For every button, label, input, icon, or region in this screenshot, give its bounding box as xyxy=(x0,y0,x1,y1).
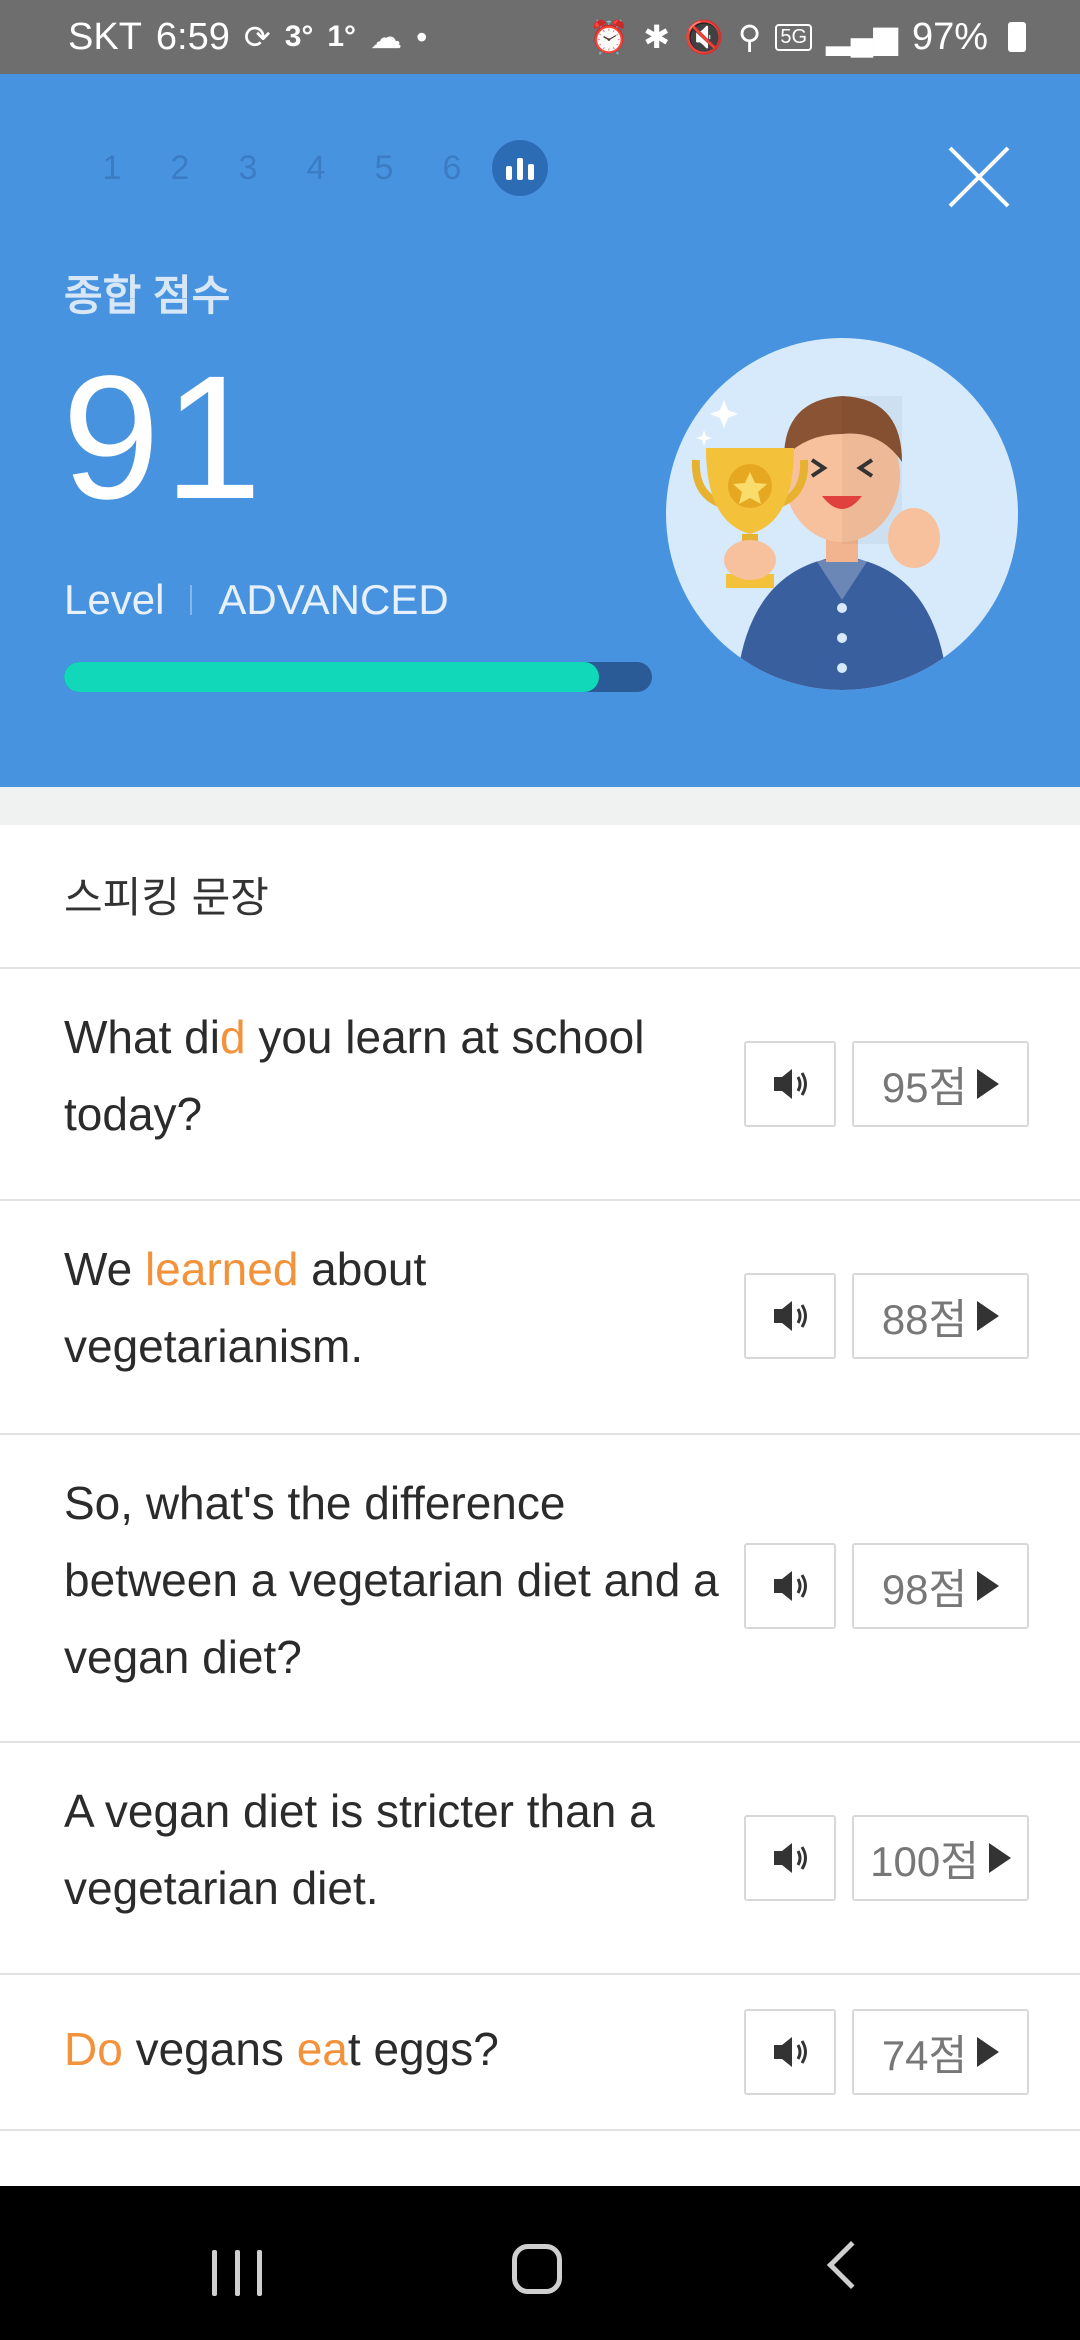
level-row: Level ADVANCED xyxy=(64,576,449,624)
score-progress-fill xyxy=(64,662,600,692)
speaker-icon xyxy=(774,1069,807,1099)
sentence-text: What did you learn at school today? xyxy=(64,999,724,1153)
play-icon xyxy=(977,1571,1000,1601)
highlighted-text: d xyxy=(219,1011,246,1063)
alarm-icon: ⏰ xyxy=(589,19,630,55)
speaker-icon xyxy=(774,1571,807,1601)
bluetooth-icon: ✱ xyxy=(643,19,671,55)
sentence-text: A vegan diet is stricter than a vegetari… xyxy=(64,1773,724,1927)
step-2[interactable]: 2 xyxy=(146,149,214,188)
sentence-text: Do vegans eat eggs? xyxy=(64,2011,724,2088)
play-icon xyxy=(988,1843,1011,1873)
level-divider xyxy=(190,585,193,615)
highlighted-text: ea xyxy=(296,2023,348,2075)
sentence-row: A vegan diet is stricter than a vegetari… xyxy=(0,1743,1080,1973)
sentence-text: So, what's the difference between a vege… xyxy=(64,1465,724,1696)
play-icon xyxy=(977,1301,1000,1331)
sentence-row: Do vegans eat eggs? 74점 xyxy=(0,1975,1080,2129)
score-button[interactable]: 88점 xyxy=(852,1273,1029,1359)
total-score-title: 종합 점수 xyxy=(64,272,231,319)
sentence-segment: A vegan diet is stricter than a vegetari… xyxy=(64,1785,655,1914)
sync-icon: ⟳ xyxy=(243,19,271,55)
battery-level: 97% xyxy=(911,15,988,58)
play-audio-button[interactable] xyxy=(744,2009,836,2095)
sentence-segment: What di xyxy=(64,1011,220,1063)
score-button[interactable]: 74점 xyxy=(852,2009,1029,2095)
highlighted-text: learned xyxy=(144,1243,299,1295)
sentence-score: 88점 xyxy=(881,1295,968,1343)
location-icon: ⚲ xyxy=(737,19,762,55)
trophy-student-illustration xyxy=(666,338,1018,690)
temp-high: 3° xyxy=(284,20,314,53)
section-gap xyxy=(0,787,1080,825)
sentence-segment: So, what's the difference between a vege… xyxy=(64,1477,719,1683)
speaker-icon xyxy=(774,1843,807,1873)
battery-icon xyxy=(1008,22,1026,52)
speaker-icon xyxy=(774,1301,807,1331)
level-label: Level xyxy=(64,576,165,623)
step-6[interactable]: 6 xyxy=(418,149,486,188)
level-value: ADVANCED xyxy=(218,576,449,623)
play-icon xyxy=(977,2037,1000,2067)
play-audio-button[interactable] xyxy=(744,1273,836,1359)
score-button[interactable]: 100점 xyxy=(852,1815,1029,1901)
sentence-row: What did you learn at school today? 95점 xyxy=(0,969,1080,1199)
sentence-row: So, what's the difference between a vege… xyxy=(0,1435,1080,1741)
status-bar: SKT 6:59 ⟳ 3° 1° ☁ • ⏰ ✱ 🔇 ⚲ 5G ▂▄▆ 97% xyxy=(0,0,1080,74)
score-button[interactable]: 95점 xyxy=(852,1041,1029,1127)
sentence-segment: vegans xyxy=(122,2023,297,2075)
total-score: 91 xyxy=(62,340,266,536)
sentence-score: 100점 xyxy=(870,1837,979,1885)
mute-icon: 🔇 xyxy=(684,19,724,55)
sentence-text: We learned about vegetarianism. xyxy=(64,1231,724,1385)
highlighted-text: Do xyxy=(64,2023,123,2075)
bar-chart-icon[interactable] xyxy=(492,140,548,196)
sentence-row: We learned about vegetarianism. 88점 xyxy=(0,1201,1080,1433)
recent-apps-button[interactable] xyxy=(212,2250,262,2296)
speaking-sentences-title: 스피킹 문장 xyxy=(64,874,269,921)
score-progress-bar xyxy=(64,662,652,692)
clock: 6:59 xyxy=(155,15,230,58)
cloud-icon: ☁ xyxy=(370,19,403,55)
step-4[interactable]: 4 xyxy=(282,149,350,188)
sentence-score: 95점 xyxy=(881,1063,968,1111)
step-5[interactable]: 5 xyxy=(350,149,418,188)
carrier-label: SKT xyxy=(68,15,142,58)
home-button[interactable] xyxy=(512,2244,562,2294)
signal-icon: ▂▄▆ xyxy=(826,19,898,55)
play-audio-button[interactable] xyxy=(744,1543,836,1629)
sentence-segment: We xyxy=(64,1243,145,1295)
step-3[interactable]: 3 xyxy=(214,149,282,188)
close-button[interactable] xyxy=(946,144,1012,210)
score-button[interactable]: 98점 xyxy=(852,1543,1029,1629)
divider xyxy=(0,2129,1080,2131)
speaker-icon xyxy=(774,2037,807,2067)
dot-icon: • xyxy=(416,18,428,55)
temp-low: 1° xyxy=(327,20,357,53)
play-audio-button[interactable] xyxy=(744,1815,836,1901)
step-1[interactable]: 1 xyxy=(78,149,146,188)
network-label: 5G xyxy=(775,23,813,51)
play-audio-button[interactable] xyxy=(744,1041,836,1127)
sentence-score: 98점 xyxy=(881,1565,968,1613)
play-icon xyxy=(977,1069,1000,1099)
sentence-segment: t eggs? xyxy=(347,2023,499,2075)
step-indicator: 1 2 3 4 5 6 xyxy=(78,140,548,196)
sentence-score: 74점 xyxy=(881,2031,968,2079)
